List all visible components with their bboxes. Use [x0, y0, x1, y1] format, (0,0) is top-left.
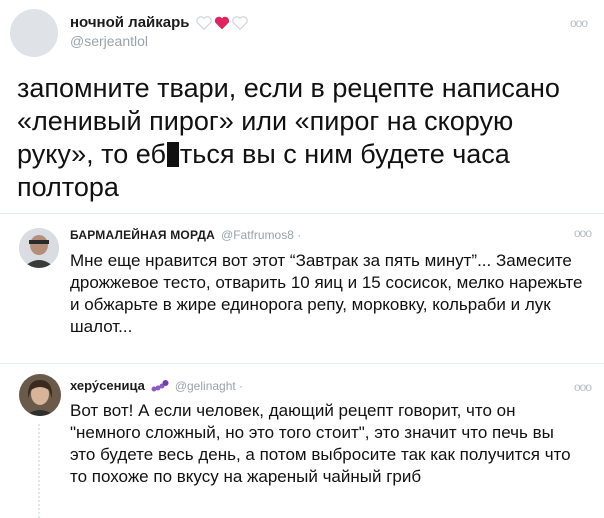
avatar-photo-icon [19, 228, 59, 268]
tweet-text: запомните твари, если в рецепте написано… [17, 72, 597, 204]
caterpillar-icon [151, 379, 169, 391]
display-name[interactable]: ночной лайкарь [70, 14, 190, 31]
main-tweet-author[interactable]: ночной лайкарь [70, 14, 248, 31]
more-options-icon[interactable]: ooo [574, 226, 592, 240]
reply-tweet: БАРМАЛЕЙНАЯ МОРДА @Fatfrumos8 · ooo Мне … [0, 214, 604, 364]
name-emoji-hearts [195, 15, 248, 30]
more-options-icon[interactable]: ooo [574, 380, 592, 394]
avatar[interactable] [10, 9, 58, 57]
red-heart-icon [214, 16, 229, 29]
handle[interactable]: @Fatfrumos8 · [221, 228, 301, 242]
reply-text: Мне еще нравится вот этот “Завтрак за пя… [70, 251, 583, 336]
reply-text: Вот вот! А если человек, дающий рецепт г… [70, 401, 571, 486]
display-name[interactable]: БАРМАЛЕЙНАЯ МОРДА [70, 228, 215, 242]
white-heart-icon [195, 15, 212, 30]
white-heart-icon [231, 15, 248, 30]
handle[interactable]: @gelinaght · [175, 379, 243, 393]
display-name[interactable]: херу́сеница [70, 378, 145, 393]
reply-author[interactable]: херу́сеница @gelinaght · [70, 378, 243, 393]
more-options-icon[interactable]: ooo [570, 16, 588, 30]
avatar[interactable] [19, 228, 59, 268]
reply-author[interactable]: БАРМАЛЕЙНАЯ МОРДА @Fatfrumos8 · [70, 228, 301, 242]
avatar-photo-icon [19, 374, 61, 416]
censor-bar [166, 142, 179, 167]
reply-tweet: херу́сеница @gelinaght · ooo Вот вот! А … [0, 364, 604, 518]
avatar[interactable] [19, 374, 61, 416]
handle[interactable]: @serjeantlol [70, 33, 148, 49]
main-tweet: ночной лайкарь @serjeantlol ooo запомнит… [0, 0, 604, 213]
thread-line [38, 424, 42, 518]
